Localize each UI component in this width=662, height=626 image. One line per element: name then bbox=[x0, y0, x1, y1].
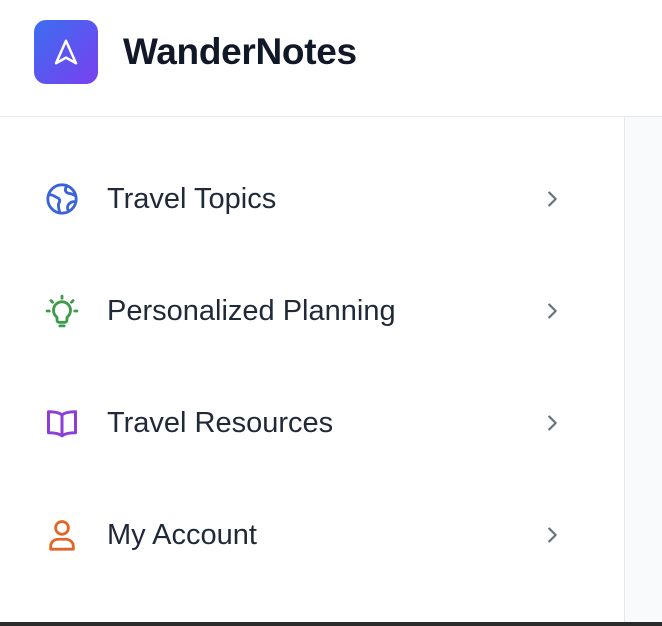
sidebar-item-label: Travel Topics bbox=[107, 183, 277, 215]
app-logo[interactable] bbox=[34, 20, 98, 84]
chevron-right-icon bbox=[541, 524, 563, 546]
sidebar-item-travel-resources[interactable]: Travel Resources bbox=[0, 383, 600, 463]
lightbulb-icon bbox=[44, 293, 80, 329]
sidebar-item-my-account[interactable]: My Account bbox=[0, 495, 600, 575]
sidebar-item-label: My Account bbox=[107, 519, 257, 551]
app-header: WanderNotes bbox=[0, 0, 662, 117]
globe-icon bbox=[44, 181, 80, 217]
book-open-icon bbox=[44, 405, 80, 441]
bottom-edge bbox=[0, 622, 662, 626]
chevron-right-icon bbox=[541, 188, 563, 210]
chevron-right-icon bbox=[541, 300, 563, 322]
sidebar-nav: Travel Topics Personalized Planning Trav… bbox=[0, 117, 625, 622]
chevron-right-icon bbox=[541, 412, 563, 434]
main-content-area bbox=[625, 117, 662, 622]
navigation-arrow-icon bbox=[54, 39, 78, 65]
user-icon bbox=[44, 517, 80, 553]
sidebar-item-label: Personalized Planning bbox=[107, 295, 396, 327]
app-title: WanderNotes bbox=[123, 31, 357, 72]
sidebar-item-travel-topics[interactable]: Travel Topics bbox=[0, 159, 600, 239]
sidebar-item-personalized-planning[interactable]: Personalized Planning bbox=[0, 271, 600, 351]
sidebar-item-label: Travel Resources bbox=[107, 407, 334, 439]
